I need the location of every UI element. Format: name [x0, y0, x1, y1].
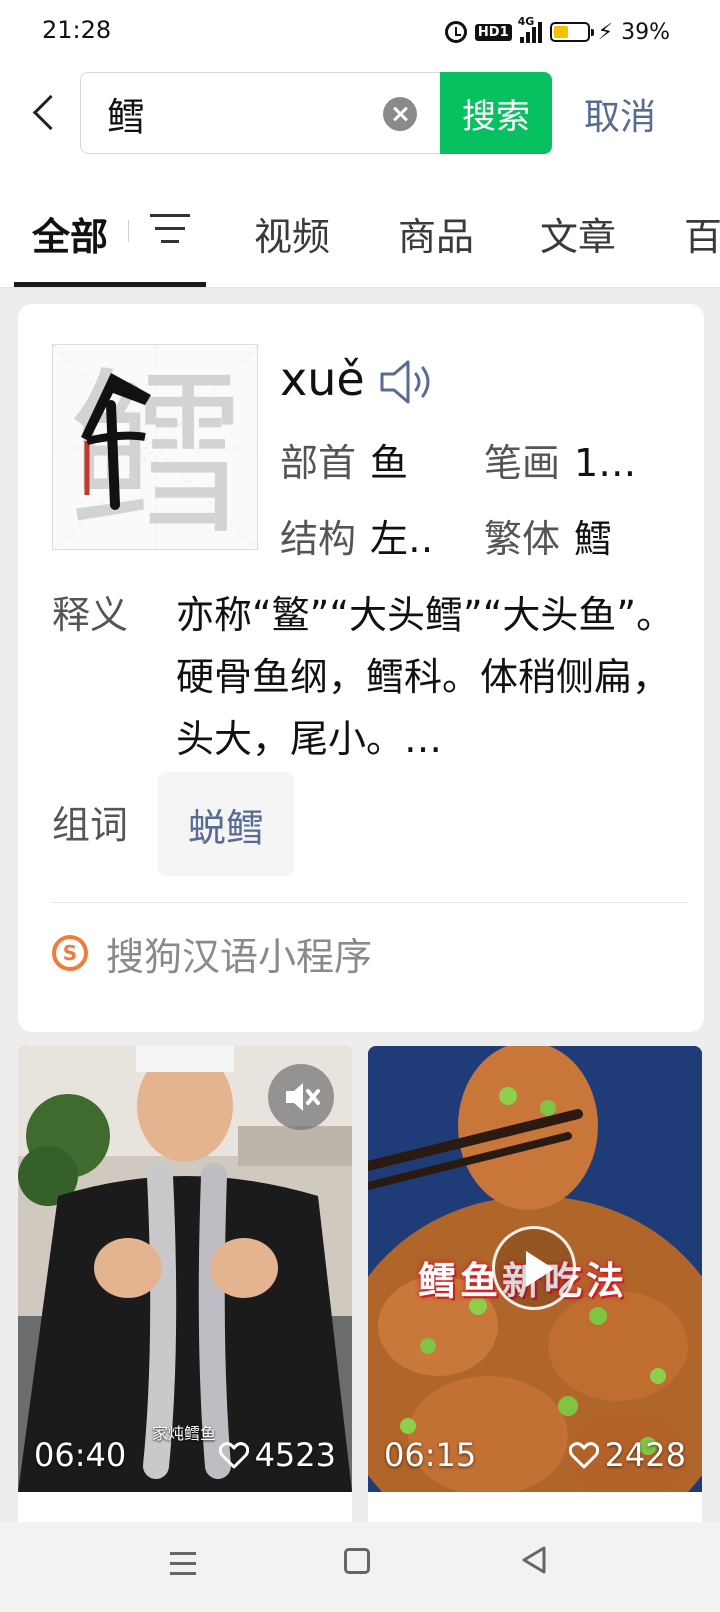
alarm-icon: [444, 21, 467, 43]
heart-icon: [568, 1442, 599, 1469]
search-box[interactable]: [80, 72, 440, 154]
search-input[interactable]: [107, 89, 357, 137]
video-card[interactable]: 鳕鱼新吃法 06:15 2428: [368, 1046, 702, 1492]
video-likes: 4523: [218, 1436, 336, 1474]
radical-row: 部首鱼: [280, 432, 408, 487]
strokes-label: 笔画: [484, 441, 561, 485]
traditional-value: 鱈: [574, 517, 613, 561]
video-duration: 06:40: [34, 1436, 127, 1474]
network-type: 4G: [517, 15, 535, 28]
structure-value: 左‥: [370, 517, 434, 561]
definition-label: 释义: [52, 593, 129, 637]
video-likes: 2428: [568, 1436, 686, 1474]
tab-video[interactable]: 视频: [254, 206, 330, 261]
tab-articles[interactable]: 文章: [540, 206, 616, 261]
filter-icon[interactable]: [150, 212, 192, 246]
mute-icon[interactable]: [268, 1064, 334, 1130]
tab-bar: 全部 视频 商品 文章 百: [0, 176, 720, 288]
structure-label: 结构: [280, 517, 357, 561]
system-nav-bar: [0, 1522, 720, 1612]
status-time: 21:28: [42, 16, 112, 44]
strokes-value: 1…: [574, 441, 637, 485]
likes-count: 4523: [254, 1436, 336, 1474]
tab-products[interactable]: 商品: [398, 206, 474, 261]
likes-count: 2428: [604, 1436, 686, 1474]
status-bar: 21:28 HD1 4G ⚡ 39%: [0, 0, 720, 66]
sogou-icon: S: [52, 935, 88, 971]
stroke-order-drawing: 鳕: [53, 345, 259, 551]
word-chip[interactable]: 蜕鳕: [158, 772, 294, 876]
tab-more[interactable]: 百: [684, 206, 720, 261]
back-arrow-icon[interactable]: [28, 92, 68, 132]
video-title-strip: [368, 1492, 702, 1522]
video-caption: 家炖鳕鱼: [152, 1424, 217, 1443]
play-icon[interactable]: [492, 1226, 576, 1310]
signal-icon: 4G: [518, 15, 542, 43]
source-row[interactable]: S 搜狗汉语小程序: [52, 928, 373, 979]
character-glyph: 鳕: [68, 352, 244, 551]
character-stroke-image[interactable]: 鳕: [52, 344, 259, 551]
pinyin: xuě: [280, 352, 365, 406]
radical-label: 部首: [280, 441, 357, 485]
strokes-row: 笔画 1…: [484, 432, 636, 487]
video-title-strip: [18, 1492, 352, 1522]
dictionary-card[interactable]: 鳕 xuě 部首鱼 笔画 1… 结构 左‥ 繁体鱈 释义 亦称“鳘”“大头鳕”“大头…: [18, 304, 704, 1032]
definition-text: 亦称“鳘”“大头鳕”“大头鱼”。硬骨鱼纲，鳕科。体稍侧扁，头大，尾小。…: [176, 593, 675, 761]
clear-icon[interactable]: [383, 97, 417, 131]
active-tab-indicator: [14, 282, 206, 287]
status-icons: HD1 4G ⚡ 39%: [444, 14, 670, 50]
battery-percent: 39%: [621, 19, 670, 45]
home-icon[interactable]: [344, 1548, 370, 1574]
traditional-row: 繁体鱈: [484, 508, 612, 563]
speaker-icon[interactable]: [378, 356, 438, 408]
radical-value: 鱼: [370, 441, 409, 485]
heart-icon: [218, 1442, 249, 1469]
charging-icon: ⚡: [597, 19, 614, 45]
nav-back-icon[interactable]: [518, 1544, 550, 1576]
search-button[interactable]: 搜索: [440, 72, 552, 154]
video-card[interactable]: 家炖鳕鱼 06:40 4523: [18, 1046, 352, 1492]
tab-all[interactable]: 全部: [32, 206, 108, 261]
battery-icon: [549, 22, 594, 42]
cancel-button[interactable]: 取消: [584, 88, 656, 140]
structure-row: 结构 左‥: [280, 508, 433, 563]
search-header: 搜索 取消: [0, 66, 720, 176]
video-duration: 06:15: [384, 1436, 477, 1474]
recent-apps-icon[interactable]: [170, 1550, 200, 1578]
source-text: 搜狗汉语小程序: [106, 934, 373, 979]
tab-divider: [128, 220, 129, 242]
hd-icon: HD1: [474, 23, 512, 41]
words-label: 组词: [52, 803, 129, 847]
traditional-label: 繁体: [484, 517, 561, 561]
card-divider: [52, 902, 688, 903]
